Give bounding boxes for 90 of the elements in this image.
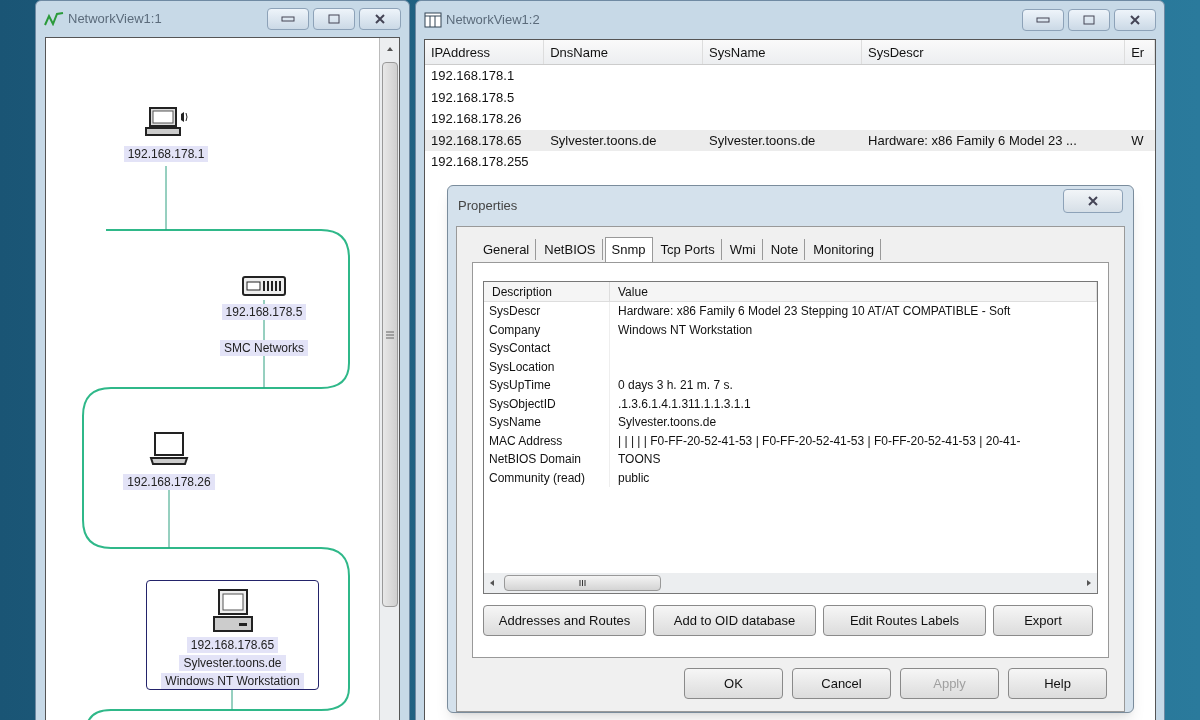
- tab[interactable]: Wmi: [723, 239, 763, 260]
- window-title: NetworkView1:2: [446, 11, 540, 30]
- dialog-title: Properties: [458, 197, 518, 216]
- column-header[interactable]: IPAddress: [425, 40, 545, 64]
- table-cell: 192.168.178.1: [431, 68, 515, 83]
- table-cell: SysContact: [489, 341, 551, 355]
- column-header[interactable]: SysDescr: [862, 40, 1126, 64]
- tab[interactable]: General: [477, 239, 537, 260]
- table-cell: NetBIOS Domain: [489, 452, 582, 466]
- tab[interactable]: Note: [764, 239, 806, 260]
- table-icon: [424, 12, 442, 28]
- column-header[interactable]: DnsName: [544, 40, 704, 64]
- minimize-icon: [1036, 17, 1050, 23]
- node-label: Windows NT Workstation: [161, 673, 304, 689]
- node-label: 192.168.178.1: [123, 146, 209, 162]
- tab[interactable]: Tcp Ports: [654, 239, 722, 260]
- maximize-button[interactable]: [1068, 9, 1110, 31]
- computer-icon: [144, 106, 188, 138]
- action-button[interactable]: Export: [993, 605, 1093, 636]
- node-label: 192.168.178.26: [123, 474, 215, 490]
- table-cell: SysDescr: [489, 304, 541, 318]
- table-cell: Community (read): [489, 470, 586, 485]
- table-row[interactable]: 192.168.178.65 Sylvester.toons.de Sylvester.toons.de Hardware: x86 Family 6 Model 23 ... W: [425, 129, 1155, 151]
- vertical-scrollbar[interactable]: [379, 38, 399, 720]
- table-cell: | | | | | F0-FF-20-52-41-53 | F0-FF-20-52-41-53 | F0-FF-20-52-41-53 | 20-41-: [618, 433, 1021, 448]
- table-cell: SysLocation: [489, 359, 555, 374]
- horizontal-scrollbar[interactable]: III: [484, 573, 1097, 593]
- connector-line: [231, 689, 233, 711]
- scroll-left-icon[interactable]: [488, 578, 496, 588]
- table-cell: TOONS: [618, 452, 661, 466]
- tab[interactable]: Snmp: [604, 237, 653, 263]
- close-button[interactable]: [1114, 9, 1156, 31]
- table-cell: SysObjectID: [489, 396, 556, 411]
- table-cell: Hardware: x86 Family 6 Model 23 ...: [868, 132, 1077, 148]
- close-icon: [1129, 15, 1141, 25]
- table-cell: Company: [489, 322, 541, 337]
- node-label: SMC Networks: [220, 340, 308, 356]
- column-header[interactable]: Description: [484, 282, 610, 301]
- desktop-computer-icon: [212, 589, 253, 633]
- dialog-button[interactable]: OK: [684, 668, 783, 699]
- node-label: Sylvester.toons.de: [179, 655, 286, 671]
- maximize-icon: [1083, 15, 1095, 25]
- tab[interactable]: Monitoring: [807, 239, 881, 260]
- maximize-icon: [328, 14, 340, 24]
- node-label: 192.168.178.5: [221, 304, 307, 320]
- tab[interactable]: NetBIOS: [538, 239, 603, 260]
- close-button[interactable]: [359, 8, 401, 30]
- laptop-icon: [149, 432, 189, 466]
- table-cell: public: [618, 470, 650, 485]
- close-icon: [374, 14, 386, 24]
- table-cell: Windows NT Workstation: [618, 322, 753, 337]
- table-cell: Sylvester.toons.de: [618, 415, 717, 429]
- connector-line: [168, 489, 170, 549]
- scrollbar-thumb[interactable]: III: [504, 575, 661, 591]
- scrollbar-thumb[interactable]: [381, 62, 398, 607]
- node-label: 192.168.178.65: [186, 637, 279, 653]
- table-cell: Sylvester.toons.de: [709, 132, 816, 148]
- column-header[interactable]: Er: [1125, 40, 1155, 64]
- table-cell: W: [1131, 132, 1144, 148]
- minimize-button[interactable]: [267, 8, 309, 30]
- table-cell: 0 days 3 h. 21 m. 7 s.: [618, 378, 733, 392]
- app-logo-icon: [44, 12, 64, 26]
- column-header[interactable]: Value: [610, 282, 1097, 301]
- table-cell: 192.168.178.5: [431, 89, 515, 105]
- close-button[interactable]: [1063, 189, 1123, 213]
- action-button[interactable]: Edit Routes Labels: [823, 605, 986, 636]
- dialog-button[interactable]: Help: [1008, 668, 1107, 699]
- table-cell: 192.168.178.255: [431, 154, 529, 169]
- window-title: NetworkView1:1: [68, 10, 162, 29]
- table-cell: MAC Address: [489, 433, 563, 448]
- table-cell: 192.168.178.65: [431, 132, 522, 148]
- network-device-icon: [242, 276, 286, 296]
- selected-node-box[interactable]: 192.168.178.65 Sylvester.toons.de Windows NT Workstation: [146, 580, 319, 690]
- action-button[interactable]: Addresses and Routes: [483, 605, 646, 636]
- minimize-button[interactable]: [1022, 9, 1064, 31]
- table-cell: 192.168.178.26: [431, 111, 522, 126]
- grip-icon: [385, 330, 394, 339]
- table-cell: SysUpTime: [489, 378, 551, 392]
- scroll-right-icon[interactable]: [1085, 578, 1093, 588]
- maximize-button[interactable]: [313, 8, 355, 30]
- action-button[interactable]: Add to OID database: [653, 605, 816, 636]
- dialog-button[interactable]: Cancel: [792, 668, 891, 699]
- column-header[interactable]: SysName: [703, 40, 862, 64]
- table-cell: .1.3.6.1.4.1.311.1.1.3.1.1: [618, 396, 751, 411]
- minimize-icon: [281, 16, 295, 22]
- table-cell: Sylvester.toons.de: [550, 132, 657, 148]
- table-cell: Hardware: x86 Family 6 Model 23 Stepping 10 AT/AT COMPATIBLE - Soft: [618, 304, 1011, 318]
- connector-line: [165, 165, 167, 231]
- table-cell: SysName: [489, 415, 541, 429]
- close-icon: [1087, 196, 1099, 206]
